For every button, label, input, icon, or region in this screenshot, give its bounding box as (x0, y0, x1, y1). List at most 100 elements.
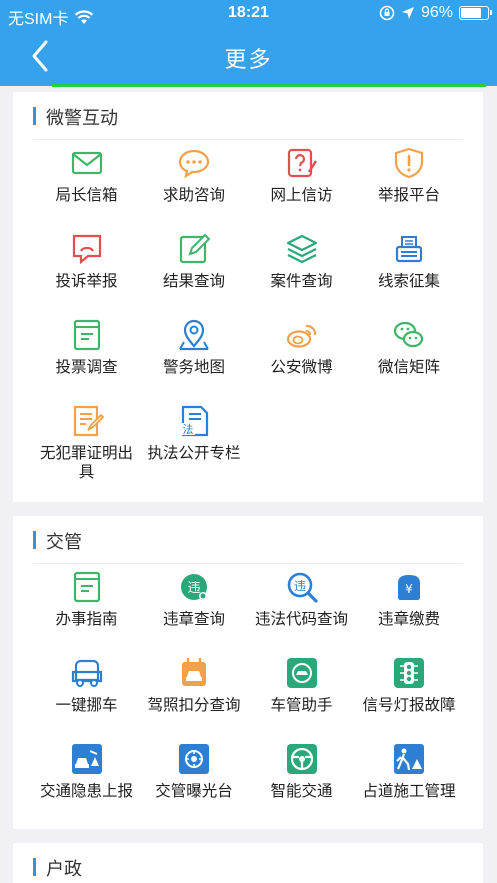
license-points-icon (177, 656, 211, 690)
map-pin-icon (177, 318, 211, 352)
grid-item-label: 车管助手 (270, 697, 333, 714)
road-work-icon (392, 742, 426, 776)
grid-item-label: 举报平台 (377, 187, 440, 204)
section-title: 交管 (46, 532, 82, 552)
section-header: 微警互动 (33, 92, 463, 140)
wechat-icon (392, 318, 426, 352)
grid-item[interactable]: 信号灯报故障 (356, 656, 463, 715)
grid-item-label: 驾照扣分查询 (147, 697, 241, 714)
section-jiaoguan: 交管 办事指南违违章查询违违法代码查询 ¥ 违章缴费 一键挪车 驾照扣分查询 车管助手 信号… (13, 516, 483, 829)
section-title: 微警互动 (46, 108, 118, 128)
grid-item[interactable]: 投票调查 (33, 318, 140, 377)
grid-item-label: 办事指南 (55, 611, 118, 628)
grid-item[interactable]: 线索征集 (356, 232, 463, 291)
location-arrow-icon (401, 7, 414, 19)
grid-item-label: 公安微博 (270, 359, 333, 376)
grid-item[interactable]: 驾照扣分查询 (141, 656, 248, 715)
grid-item-label: 线索征集 (377, 273, 440, 290)
grid-item[interactable]: 举报平台 (356, 146, 463, 205)
vehicle-assistant-icon (285, 656, 319, 690)
grid-item-label: 警务地图 (162, 359, 225, 376)
grid-item[interactable]: 案件查询 (248, 232, 355, 291)
grid-item[interactable]: 微信矩阵 (356, 318, 463, 377)
certificate-icon (70, 404, 104, 438)
grid-item-label: 占道施工管理 (362, 783, 456, 800)
grid-item-label: 违法代码查询 (254, 611, 348, 628)
page-title: 更多 (224, 47, 273, 72)
grid-item-label: 无犯罪证明出具 (39, 445, 133, 481)
grid-item[interactable]: 智能交通 (248, 742, 355, 801)
grid-item[interactable]: 车管助手 (248, 656, 355, 715)
section-title: 户政 (46, 859, 82, 879)
battery-icon (459, 6, 492, 20)
grid-item-label: 交管曝光台 (155, 783, 233, 800)
grid-item-label: 微信矩阵 (377, 359, 440, 376)
section-header: 户政 (33, 843, 463, 883)
car-icon (70, 656, 104, 690)
grid-item-label: 结果查询 (162, 273, 225, 290)
grid-item-label: 信号灯报故障 (362, 697, 456, 714)
battery-percent: 96% (420, 4, 453, 21)
grid-item[interactable]: 无犯罪证明出具 (33, 404, 140, 482)
grid-item[interactable]: 求助咨询 (141, 146, 248, 205)
shield-alert-icon (392, 146, 426, 180)
question-doc-icon (285, 146, 319, 180)
section-header: 交管 (33, 516, 463, 564)
grid-item[interactable]: 一键挪车 (33, 656, 140, 715)
grid-item-label: 案件查询 (270, 273, 333, 290)
grid-item[interactable]: 违违章查询 (141, 570, 248, 629)
weibo-icon (285, 318, 319, 352)
svg-text:违: 违 (293, 579, 305, 593)
top-bar: 无SIM卡 18:21 96% 更多 (0, 0, 497, 86)
grid-item-label: 违章查询 (162, 611, 225, 628)
grid-item[interactable]: 占道施工管理 (356, 742, 463, 801)
complaint-icon (70, 232, 104, 266)
grid-item-label: 一键挪车 (55, 697, 118, 714)
grid-item[interactable]: 结果查询 (141, 232, 248, 291)
exposure-icon (177, 742, 211, 776)
violation-code-icon: 违 (285, 570, 319, 604)
grid-item-label: 网上信访 (270, 187, 333, 204)
grid-item-label: 执法公开专栏 (147, 445, 241, 462)
grid-item-label: 智能交通 (270, 783, 333, 800)
law-doc-icon: 法 (177, 404, 211, 438)
chat-bubble-icon (177, 146, 211, 180)
grid-item[interactable]: 交通隐患上报 (33, 742, 140, 801)
grid-item[interactable]: 警务地图 (141, 318, 248, 377)
edit-icon (177, 232, 211, 266)
section-huzheng: 户政 (13, 843, 483, 883)
grid-item-label: 交通隐患上报 (39, 783, 133, 800)
payment-icon: ¥ (392, 570, 426, 604)
traffic-light-icon (392, 656, 426, 690)
grid-item-label: 违章缴费 (377, 611, 440, 628)
printer-icon (392, 232, 426, 266)
guide-icon (70, 570, 104, 604)
svg-text:法: 法 (183, 422, 194, 436)
status-bar: 无SIM卡 18:21 96% (0, 0, 497, 28)
grid-item[interactable]: ¥ 违章缴费 (356, 570, 463, 629)
steering-wheel-icon (285, 742, 319, 776)
grid-item[interactable]: 投诉举报 (33, 232, 140, 291)
grid-item-label: 投诉举报 (55, 273, 118, 290)
violation-query-icon: 违 (177, 570, 211, 604)
mail-icon (70, 146, 104, 180)
section-weijing: 微警互动 局长信箱 求助咨询 网上信访 举报平台投诉举报 结果查询 案件查询 线索征集投票调… (13, 92, 483, 502)
grid-item[interactable]: 办事指南 (33, 570, 140, 629)
traffic-hazard-icon (70, 742, 104, 776)
document-icon (70, 318, 104, 352)
grid-item-label: 局长信箱 (55, 187, 118, 204)
grid-item[interactable]: 局长信箱 (33, 146, 140, 205)
grid-item-label: 求助咨询 (162, 187, 225, 204)
layers-icon (285, 232, 319, 266)
nav-bar: 更多 (0, 28, 497, 84)
svg-text:违: 违 (187, 581, 200, 596)
grid-item[interactable]: 公安微博 (248, 318, 355, 377)
grid-item[interactable]: 交管曝光台 (141, 742, 248, 801)
progress-line (0, 84, 497, 87)
svg-text:¥: ¥ (405, 582, 413, 596)
orientation-lock-icon (379, 5, 395, 21)
grid-item[interactable]: 法执法公开专栏 (141, 404, 248, 463)
grid-item-label: 投票调查 (55, 359, 118, 376)
grid-item[interactable]: 网上信访 (248, 146, 355, 205)
grid-item[interactable]: 违违法代码查询 (248, 570, 355, 629)
